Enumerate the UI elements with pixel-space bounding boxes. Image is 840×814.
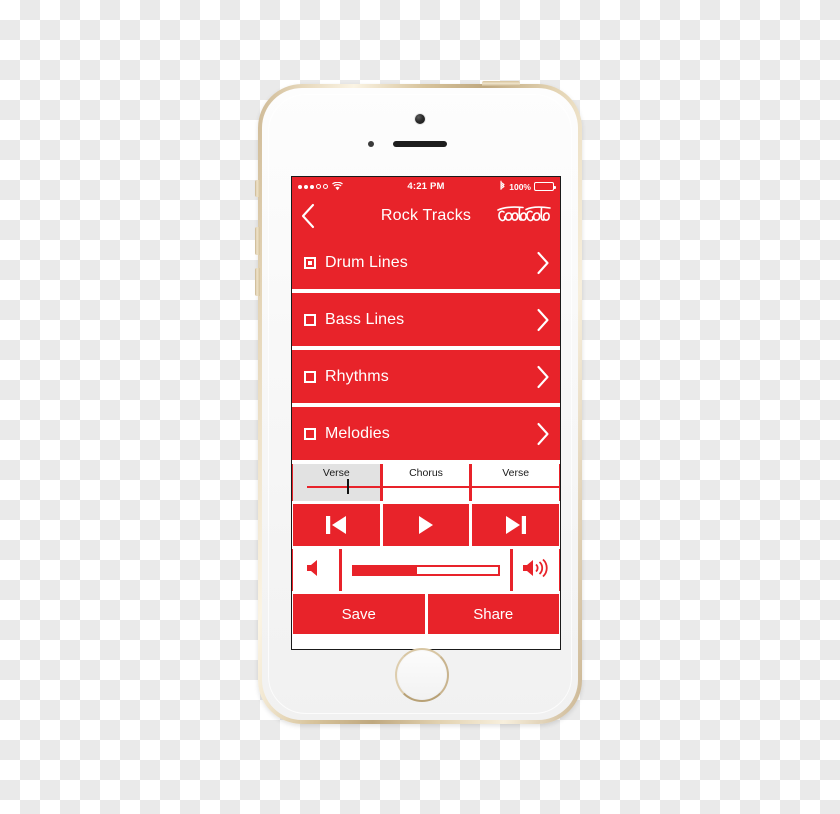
progress-track[interactable] (307, 486, 380, 488)
checkbox-icon[interactable] (304, 256, 316, 269)
checkbox-icon[interactable] (304, 313, 316, 326)
skip-previous-icon (323, 514, 349, 536)
checkbox-icon[interactable] (304, 370, 316, 383)
list-item-label: Rhythms (325, 367, 389, 385)
battery-percent-label: 100% (509, 181, 531, 192)
proximity-sensor-icon (368, 141, 374, 147)
earpiece-speaker-icon (393, 141, 447, 147)
volume-up-button[interactable] (255, 227, 260, 255)
chevron-right-icon[interactable] (536, 308, 550, 332)
volume-fill (352, 564, 417, 576)
table-row[interactable]: Drum Lines (292, 236, 560, 289)
volume-down-button[interactable] (255, 268, 260, 296)
volume-low-icon (305, 557, 327, 584)
playhead-marker[interactable] (346, 479, 349, 494)
action-buttons: Save Share (292, 594, 560, 634)
home-button[interactable] (395, 648, 449, 702)
table-row[interactable]: Melodies (292, 407, 560, 460)
list-item-label: Drum Lines (325, 253, 408, 271)
volume-controls (292, 549, 560, 591)
share-button[interactable]: Share (427, 594, 559, 634)
mute-switch[interactable] (255, 180, 260, 197)
chevron-right-icon[interactable] (536, 251, 550, 275)
save-button[interactable]: Save (293, 594, 425, 634)
list-item-label: Melodies (325, 424, 390, 442)
status-bar-right: 100% (499, 180, 556, 193)
coca-cola-logo-icon (496, 205, 552, 227)
skip-next-icon (503, 514, 529, 536)
volume-up-button[interactable] (513, 549, 559, 591)
segment-label: Verse (502, 467, 530, 479)
segment-chorus[interactable]: Chorus (382, 464, 470, 501)
volume-track[interactable] (352, 564, 500, 576)
status-bar: 4:21 PM 100% (292, 177, 560, 196)
segment-label: Verse (322, 467, 350, 479)
segment-verse-2[interactable]: Verse (472, 464, 560, 501)
progress-track[interactable] (382, 486, 470, 488)
volume-down-button[interactable] (293, 549, 339, 591)
volume-high-icon (522, 557, 550, 584)
play-icon (416, 514, 436, 536)
previous-button[interactable] (293, 504, 380, 546)
chevron-right-icon[interactable] (536, 365, 550, 389)
front-camera-icon (415, 114, 425, 124)
track-list: Drum Lines Bass Lines Rhythms Melodies (292, 236, 560, 460)
transport-controls (292, 504, 560, 546)
table-row[interactable]: Bass Lines (292, 293, 560, 346)
song-structure-segments: Verse Chorus Verse (292, 464, 560, 501)
phone-screen: 4:21 PM 100% Rock Tracks Drum Lines Bass… (291, 176, 561, 650)
power-button[interactable] (482, 81, 520, 86)
navigation-bar: Rock Tracks (292, 196, 560, 236)
play-button[interactable] (382, 504, 470, 546)
battery-icon (534, 182, 556, 191)
chevron-right-icon[interactable] (536, 422, 550, 446)
progress-track[interactable] (472, 486, 560, 488)
next-button[interactable] (472, 504, 560, 546)
volume-slider[interactable] (342, 549, 510, 591)
phone-front-panel: 4:21 PM 100% Rock Tracks Drum Lines Bass… (262, 88, 578, 720)
bluetooth-icon (499, 180, 506, 193)
segment-verse-1[interactable]: Verse (293, 464, 380, 501)
phone-device: 4:21 PM 100% Rock Tracks Drum Lines Bass… (255, 81, 582, 724)
checkbox-icon[interactable] (304, 427, 316, 440)
segment-label: Chorus (409, 467, 443, 479)
table-row[interactable]: Rhythms (292, 350, 560, 403)
list-item-label: Bass Lines (325, 310, 405, 328)
